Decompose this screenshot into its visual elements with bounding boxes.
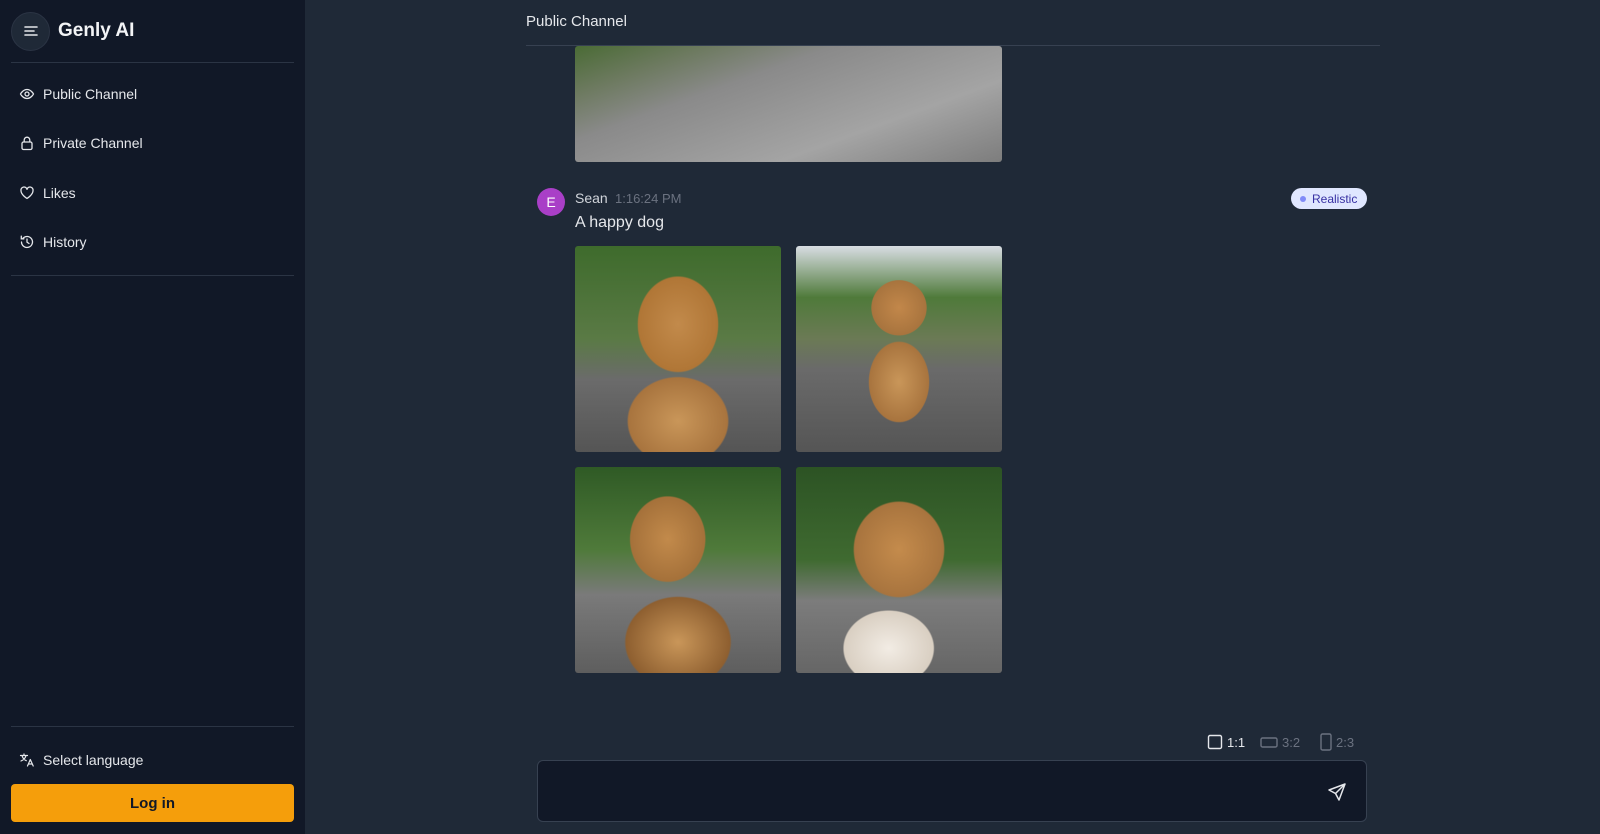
history-icon: [20, 235, 34, 249]
send-button[interactable]: [1324, 779, 1350, 805]
sidebar-item-label: Likes: [43, 185, 76, 201]
sidebar-divider: [11, 726, 294, 727]
sidebar-item-likes[interactable]: Likes: [11, 175, 294, 211]
aspect-ratio-label: 1:1: [1227, 734, 1246, 750]
style-badge: Realistic: [1291, 188, 1368, 209]
previous-generated-image[interactable]: [575, 46, 1002, 162]
page-title: Public Channel: [526, 13, 627, 30]
aspect-ratio-1-1[interactable]: 1:1: [1207, 732, 1245, 752]
sidebar-item-label: Private Channel: [43, 135, 143, 151]
message-prompt: A happy dog: [575, 214, 664, 231]
sidebar-item-label: History: [43, 234, 87, 250]
generated-image-4[interactable]: [796, 467, 1002, 673]
menu-icon: [23, 26, 38, 36]
sidebar-item-history[interactable]: History: [11, 224, 294, 260]
generated-image-1[interactable]: [575, 246, 781, 452]
landscape-rect-icon: [1260, 737, 1278, 748]
aspect-ratio-3-2[interactable]: 3:2: [1260, 732, 1300, 752]
brand: Genly AI: [11, 11, 134, 51]
sidebar-item-label: Public Channel: [43, 86, 138, 102]
translate-icon: [19, 753, 34, 767]
aspect-ratio-label: 3:2: [1282, 734, 1301, 750]
square-icon: [1207, 734, 1223, 750]
prompt-composer: [537, 760, 1367, 822]
lock-icon: [21, 136, 33, 151]
menu-toggle-button[interactable]: [11, 11, 50, 51]
aspect-ratio-label: 2:3: [1336, 734, 1355, 750]
send-icon: [1328, 783, 1346, 801]
sidebar-item-private-channel[interactable]: Private Channel: [11, 125, 294, 161]
avatar: E: [537, 188, 565, 216]
generated-image-2[interactable]: [796, 246, 1002, 452]
sidebar: Genly AI Public Channel Private Channel …: [0, 0, 305, 834]
sidebar-item-public-channel[interactable]: Public Channel: [11, 76, 294, 112]
aspect-ratio-2-3[interactable]: 2:3: [1320, 732, 1354, 752]
eye-icon: [19, 88, 35, 100]
prompt-input[interactable]: [552, 761, 1312, 821]
message-time: 1:16:24 PM: [615, 191, 682, 206]
login-button[interactable]: Log in: [11, 784, 294, 822]
sidebar-divider: [11, 275, 294, 276]
select-language-label: Select language: [43, 752, 144, 768]
portrait-rect-icon: [1320, 733, 1332, 751]
app-name: Genly AI: [58, 20, 135, 41]
message-author: Sean: [575, 190, 608, 206]
heart-icon: [20, 186, 34, 200]
sidebar-divider: [11, 62, 294, 63]
style-badge-label: Realistic: [1312, 191, 1358, 206]
badge-dot-icon: [1300, 195, 1306, 202]
generated-image-3[interactable]: [575, 467, 781, 673]
select-language-button[interactable]: Select language: [11, 742, 294, 778]
